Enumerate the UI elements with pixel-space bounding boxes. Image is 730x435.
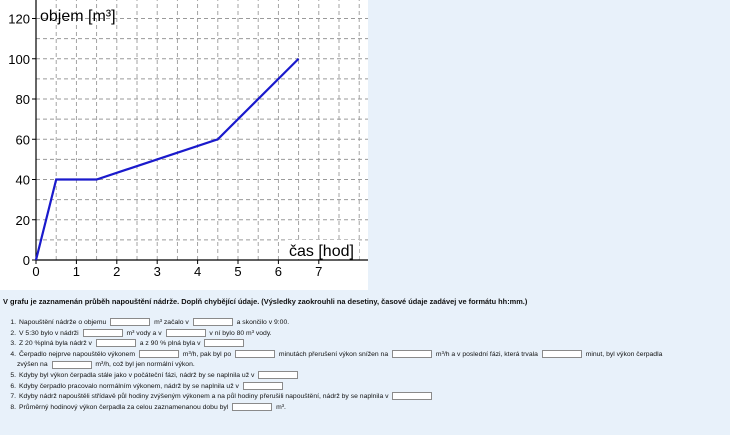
answer-input[interactable] <box>165 328 206 337</box>
answer-input[interactable] <box>204 339 245 348</box>
volume-series-line <box>34 57 300 261</box>
answer-input[interactable] <box>392 349 433 358</box>
y-tick-label: 0 <box>23 253 30 268</box>
answer-input[interactable] <box>192 318 233 327</box>
question-text: m³. <box>276 403 286 411</box>
question-number: 5. <box>10 371 16 379</box>
question-text: V 5:30 bylo v nádrži <box>19 329 79 337</box>
question-text: v ní bylo 80 m³ vody. <box>209 329 272 337</box>
question-7: 7. Kdyby nádrž napouštěli střídavě půl ho… <box>3 392 727 403</box>
question-number: 7. <box>10 393 16 401</box>
question-text: Průměrný hodinový výkon čerpadla za celo… <box>19 403 229 411</box>
x-tick-label: 7 <box>315 264 322 279</box>
question-number: 8. <box>10 403 16 411</box>
question-text: m³/h, což byl jen normální výkon. <box>95 361 195 369</box>
chart-ticks: 0 1 2 3 4 5 6 7 0 20 40 60 80 100 120 <box>8 12 322 280</box>
question-8: 8. Průměrný hodinový výkon čerpadla za ce… <box>3 402 727 414</box>
volume-time-chart: 0 1 2 3 4 5 6 7 0 20 40 60 80 100 120 objem [m³] čas [… <box>0 0 368 290</box>
question-text: m³/h, pak byl po <box>182 350 232 358</box>
question-list: 1. Napouštění nádrže o objemu m³ začalo v… <box>3 318 727 413</box>
question-number: 3. <box>10 340 16 348</box>
x-tick-label: 0 <box>32 264 39 279</box>
question-text: Z 20 %plná byla nádrž v <box>19 340 92 348</box>
x-tick-label: 5 <box>234 264 241 279</box>
question-text: Kdyby nádrž napouštěli střídavě půl hodi… <box>19 393 389 401</box>
question-4: 4. Čerpadlo nejprve napouštělo výkonem m³… <box>3 349 727 361</box>
question-text: Kdyby čerpadlo pracovalo normálním výkon… <box>19 382 239 390</box>
answer-input[interactable] <box>95 339 136 348</box>
y-axis-label: objem [m³] <box>40 8 116 25</box>
question-text: zvýšen na <box>17 361 48 369</box>
x-axis-label: čas [hod] <box>289 243 354 260</box>
task-instructions: V grafu je zaznamenán průběh napouštění … <box>3 297 528 306</box>
chart-svg: 0 1 2 3 4 5 6 7 0 20 40 60 80 100 120 objem [m³] čas [… <box>8 0 368 280</box>
y-tick-label: 120 <box>8 12 30 27</box>
question-text: a z 90 % plná byla v <box>139 340 201 348</box>
x-tick-label: 3 <box>154 264 161 279</box>
answer-input[interactable] <box>242 381 283 390</box>
question-text: minutách přerušení výkon snížen na <box>278 350 389 358</box>
question-text: m³/h a v poslední fázi, která trvala <box>435 350 538 358</box>
question-6: 6. Kdyby čerpadlo pracovalo normálním výk… <box>3 381 727 393</box>
question-4-continued: zvýšen na m³/h, což byl jen normální výk… <box>3 360 727 371</box>
question-1: 1. Napouštění nádrže o objemu m³ začalo v… <box>3 318 727 329</box>
answer-input[interactable] <box>541 349 582 358</box>
answer-input[interactable] <box>392 392 433 401</box>
answer-input[interactable] <box>138 349 179 358</box>
question-number: 2. <box>10 329 16 337</box>
x-tick-label: 4 <box>194 264 201 279</box>
question-text: minut, byl výkon čerpadla <box>585 350 663 358</box>
y-tick-label: 20 <box>16 213 30 228</box>
x-tick-label: 6 <box>275 264 282 279</box>
answer-input[interactable] <box>110 318 151 327</box>
y-tick-label: 100 <box>8 52 30 67</box>
answer-input[interactable] <box>51 360 92 369</box>
question-text: Kdyby byl výkon čerpadla stále jako v po… <box>19 371 255 379</box>
question-number: 4. <box>10 350 16 358</box>
y-tick-label: 80 <box>16 92 30 107</box>
question-text: Napouštění nádrže o objemu <box>19 319 107 326</box>
question-number: 6. <box>10 382 16 390</box>
question-text: a skončilo v 9:00. <box>236 319 290 326</box>
y-tick-label: 40 <box>16 173 30 188</box>
question-3: 3. Z 20 %plná byla nádrž v a z 90 % plná … <box>3 339 727 350</box>
answer-input[interactable] <box>235 349 276 358</box>
answer-input[interactable] <box>258 371 299 380</box>
x-tick-label: 2 <box>113 264 120 279</box>
question-text: m³ začalo v <box>154 319 189 326</box>
question-5: 5. Kdyby byl výkon čerpadla stále jako v … <box>3 371 727 382</box>
question-2: 2. V 5:30 bylo v nádrži m³ vody a v v ní … <box>3 328 727 340</box>
question-text: m³ vody a v <box>126 329 162 337</box>
question-text: Čerpadlo nejprve napouštělo výkonem <box>19 350 135 358</box>
question-number: 1. <box>10 319 16 326</box>
y-tick-label: 60 <box>16 132 30 147</box>
answer-input[interactable] <box>232 402 273 411</box>
x-tick-label: 1 <box>73 264 80 279</box>
answer-input[interactable] <box>82 328 123 337</box>
chart-grid <box>36 0 368 260</box>
